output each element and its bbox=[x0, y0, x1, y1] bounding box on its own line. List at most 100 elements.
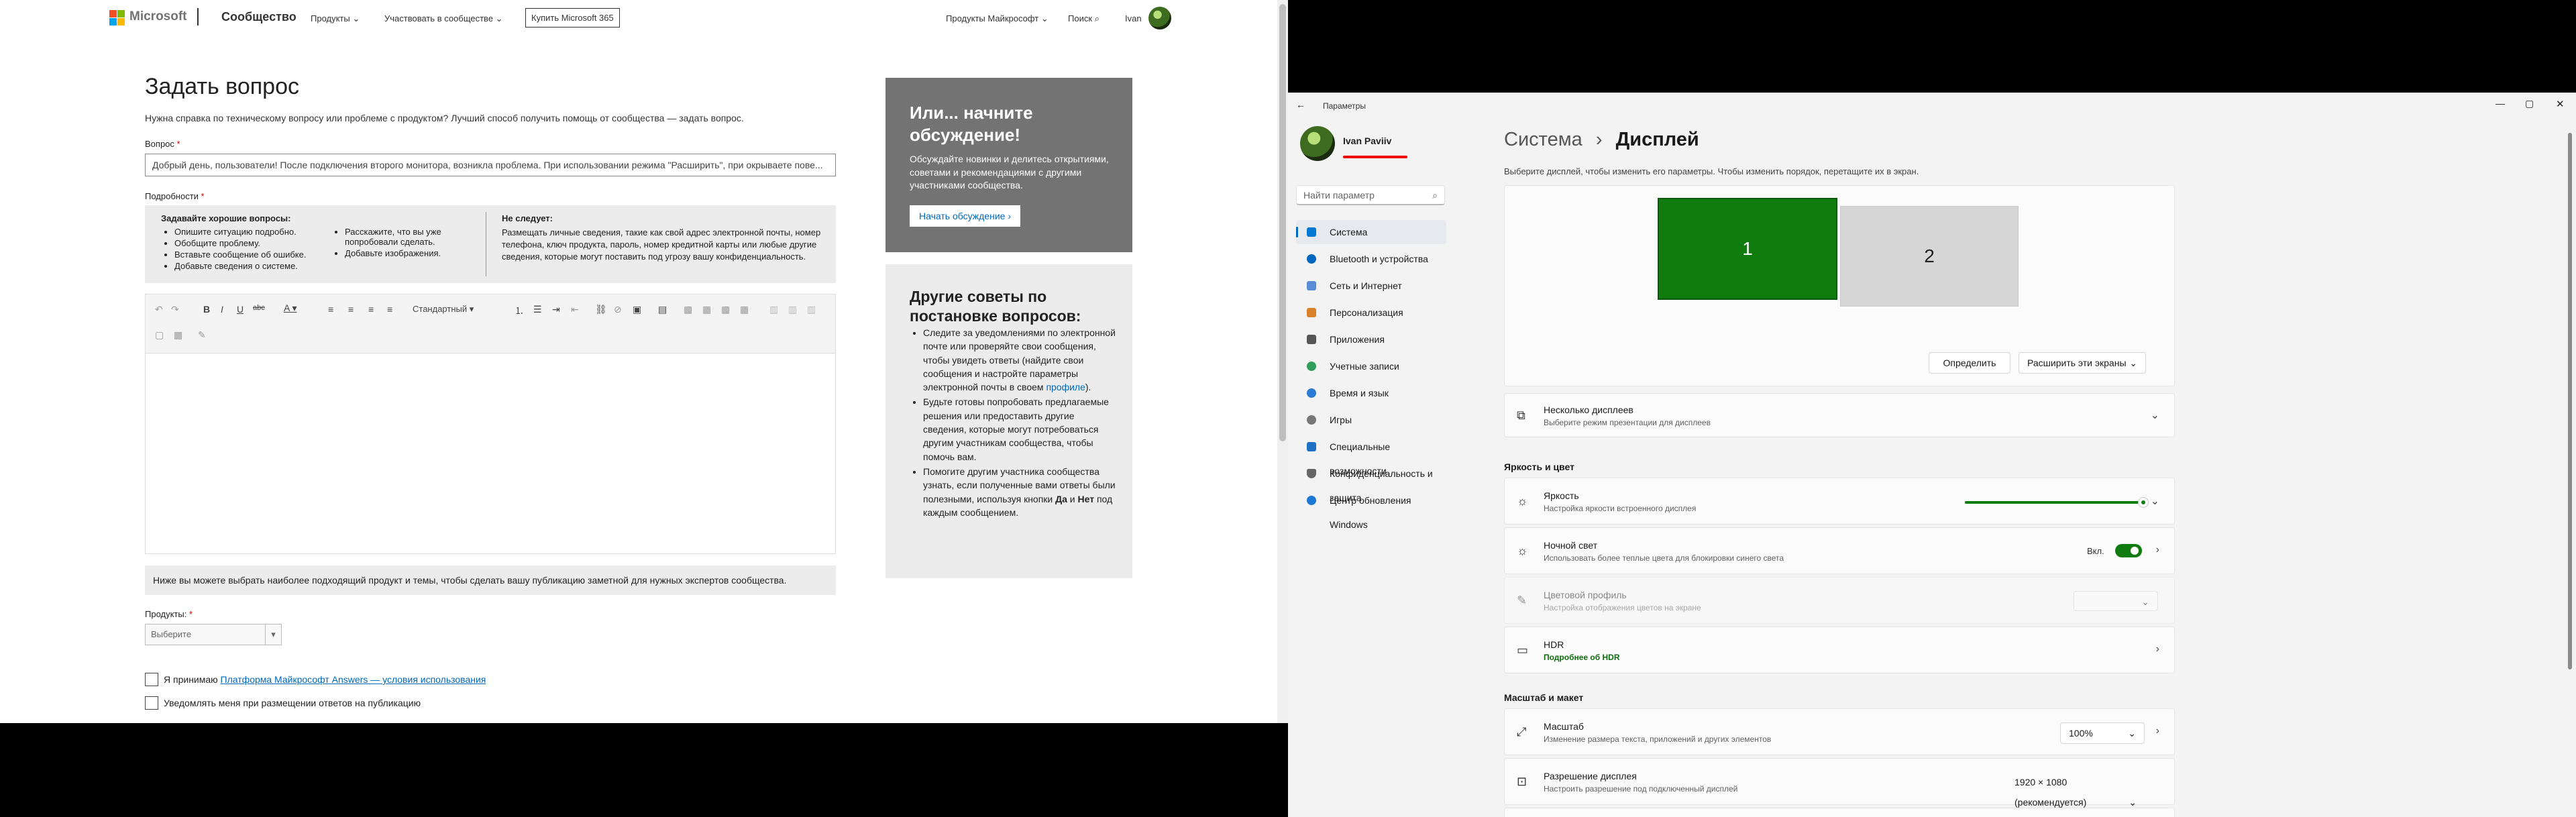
source-icon[interactable]: ▦ bbox=[174, 329, 182, 341]
sidebar-item-network[interactable]: Сеть и Интернет bbox=[1296, 274, 1446, 298]
sidebar-item-privacy[interactable]: Конфиденциальность и защита bbox=[1296, 461, 1446, 503]
start-discussion-button[interactable]: Начать обсуждение › bbox=[910, 205, 1020, 227]
maximize-icon[interactable]: ▢ bbox=[2525, 98, 2534, 109]
resolution-row[interactable]: ⊡ Разрешение дисплея Настроить разрешени… bbox=[1504, 758, 2175, 808]
brightness-slider[interactable] bbox=[1965, 497, 2149, 508]
profile-link[interactable]: профиле bbox=[1046, 382, 1085, 392]
color-profile-select[interactable]: ⌄ bbox=[2074, 591, 2158, 611]
undo-icon[interactable]: ↶ bbox=[155, 304, 163, 315]
link-icon[interactable]: ⛓ bbox=[595, 304, 607, 315]
sidebar-item-bluetooth[interactable]: Bluetooth и устройства bbox=[1296, 247, 1446, 271]
dont-text: Размещать личные сведения, такие как сво… bbox=[502, 227, 821, 262]
monitor-2[interactable]: 2 bbox=[1840, 206, 2019, 307]
sidebar-item-update[interactable]: Центр обновления Windows bbox=[1296, 488, 1446, 530]
chevron-down-icon: ⌄ bbox=[2128, 728, 2136, 739]
page-scrollbar[interactable] bbox=[1277, 0, 1288, 723]
clear-format-icon[interactable]: ✎ bbox=[198, 329, 206, 341]
nav-products[interactable]: Продукты ⌄ bbox=[311, 13, 360, 24]
chevron-right-icon: › bbox=[1595, 129, 1603, 150]
hdr-learn-more-link[interactable]: Подробнее об HDR bbox=[1544, 653, 1620, 662]
split-icon[interactable]: ▥ bbox=[788, 304, 797, 315]
table-delete-icon[interactable]: ▦ bbox=[740, 304, 749, 315]
outdent-icon[interactable]: ⇤ bbox=[571, 304, 579, 315]
settings-search[interactable]: Найти параметр ⌕ bbox=[1296, 185, 1445, 205]
align-justify-icon[interactable]: ≡ bbox=[387, 304, 392, 315]
font-color-icon[interactable]: A ▾ bbox=[284, 303, 297, 314]
table-icon[interactable]: ▦ bbox=[684, 304, 692, 315]
indent-icon[interactable]: ⇥ bbox=[552, 304, 560, 315]
editor-body[interactable] bbox=[146, 353, 835, 553]
brightness-slider-thumb[interactable] bbox=[2138, 497, 2149, 508]
identify-button[interactable]: Определить bbox=[1929, 352, 2010, 374]
scale-row[interactable]: ⤢ Масштаб Изменение размера текста, прил… bbox=[1504, 708, 2175, 755]
brightness-row[interactable]: ☼ Яркость Настройка яркости встроенного … bbox=[1504, 478, 2175, 525]
night-light-icon: ☼ bbox=[1517, 544, 1528, 557]
sidebar-item-apps[interactable]: Приложения bbox=[1296, 327, 1446, 351]
extend-select[interactable]: Расширить эти экраны ⌄ bbox=[2019, 352, 2146, 374]
fullscreen-icon[interactable]: ▢ bbox=[155, 329, 164, 341]
hdr-row[interactable]: ▭ HDR Подробнее об HDR › bbox=[1504, 627, 2175, 673]
resolution-select[interactable]: 1920 × 1080 (рекомендуется) ⌄ bbox=[2006, 772, 2145, 812]
multiple-displays-row[interactable]: ⧉ Несколько дисплеев Выберите режим през… bbox=[1504, 393, 2175, 437]
settings-scrollbar[interactable] bbox=[2568, 133, 2572, 669]
pen-icon: ✎ bbox=[1517, 594, 1527, 607]
question-input[interactable]: Добрый день, пользователи! После подключ… bbox=[145, 154, 836, 176]
sidebar-item-gaming[interactable]: Игры bbox=[1296, 408, 1446, 432]
multi-monitor-icon: ⧉ bbox=[1517, 408, 1525, 422]
night-light-toggle[interactable] bbox=[2115, 544, 2142, 557]
notify-checkbox[interactable] bbox=[145, 696, 158, 710]
table-props-icon[interactable]: ▥ bbox=[807, 304, 816, 315]
breadcrumb-parent[interactable]: Система bbox=[1504, 129, 1582, 150]
underline-icon[interactable]: U bbox=[237, 304, 244, 315]
image-icon[interactable]: ▣ bbox=[633, 304, 641, 315]
table-col-icon[interactable]: ▦ bbox=[721, 304, 730, 315]
chevron-down-icon: ⌄ bbox=[2129, 358, 2137, 368]
list-item: Обобщите проблему. bbox=[174, 238, 322, 248]
ms-products-menu[interactable]: Продукты Майкрософт ⌄ bbox=[946, 13, 1049, 24]
bold-icon[interactable]: B bbox=[203, 304, 210, 315]
minimize-icon[interactable]: — bbox=[2496, 98, 2505, 109]
buy-m365-button[interactable]: Купить Microsoft 365 bbox=[525, 8, 620, 28]
redo-icon[interactable]: ↷ bbox=[171, 304, 179, 315]
header-divider bbox=[197, 8, 199, 25]
numbered-list-icon[interactable]: ⒈ bbox=[515, 304, 524, 317]
scale-select[interactable]: 100% ⌄ bbox=[2060, 722, 2145, 744]
paragraph-style-select[interactable]: Стандартный ▾ bbox=[413, 304, 474, 315]
night-light-row[interactable]: ☼ Ночной свет Использовать более теплые … bbox=[1504, 527, 2175, 574]
page-title: Задать вопрос bbox=[145, 74, 299, 99]
close-icon[interactable]: ✕ bbox=[2556, 98, 2565, 110]
align-center-icon[interactable]: ≡ bbox=[348, 304, 354, 315]
microsoft-logo-icon[interactable] bbox=[109, 10, 125, 26]
avatar[interactable] bbox=[1148, 7, 1171, 30]
shield-icon bbox=[1307, 469, 1316, 478]
sidebar-item-time[interactable]: Время и язык bbox=[1296, 381, 1446, 405]
scrollbar-thumb[interactable] bbox=[1279, 4, 1286, 441]
terms-link[interactable]: Платформа Майкрософт Answers — условия и… bbox=[221, 674, 486, 685]
search-link[interactable]: Поиск ⌕ bbox=[1068, 13, 1099, 24]
user-name[interactable]: Ivan bbox=[1125, 13, 1142, 23]
sidebar-item-accounts[interactable]: Учетные записи bbox=[1296, 354, 1446, 378]
merge-icon[interactable]: ▥ bbox=[769, 304, 778, 315]
unlink-icon[interactable]: ⊘ bbox=[614, 304, 622, 315]
code-icon[interactable]: ▤ bbox=[658, 304, 667, 315]
monitor-1[interactable]: 1 bbox=[1658, 198, 1837, 300]
user-name: Ivan Paviiv bbox=[1343, 135, 1392, 146]
chevron-right-icon: › bbox=[1008, 211, 1011, 221]
orientation-row[interactable] bbox=[1504, 808, 2175, 817]
nav-participate[interactable]: Участвовать в сообществе ⌄ bbox=[384, 13, 503, 24]
site-name[interactable]: Сообщество bbox=[221, 10, 297, 24]
table-row-icon[interactable]: ▦ bbox=[702, 304, 711, 315]
products-select[interactable]: Выберите ▾ bbox=[145, 624, 282, 645]
italic-icon[interactable]: I bbox=[221, 304, 223, 315]
strikethrough-icon[interactable]: abc bbox=[253, 304, 265, 312]
color-profile-row[interactable]: ✎ Цветовой профиль Настройка отображения… bbox=[1504, 577, 2175, 624]
bullet-list-icon[interactable]: ☰ bbox=[533, 304, 542, 315]
back-arrow-icon[interactable]: ← bbox=[1296, 99, 1305, 110]
sidebar-item-personalization[interactable]: Персонализация bbox=[1296, 301, 1446, 325]
globe-icon bbox=[1307, 388, 1316, 398]
align-left-icon[interactable]: ≡ bbox=[328, 304, 333, 315]
sidebar-item-accessibility[interactable]: Специальные возможности bbox=[1296, 435, 1446, 476]
align-right-icon[interactable]: ≡ bbox=[368, 304, 374, 315]
accept-terms-checkbox[interactable] bbox=[145, 673, 158, 686]
sidebar-item-system[interactable]: Система bbox=[1296, 220, 1446, 244]
